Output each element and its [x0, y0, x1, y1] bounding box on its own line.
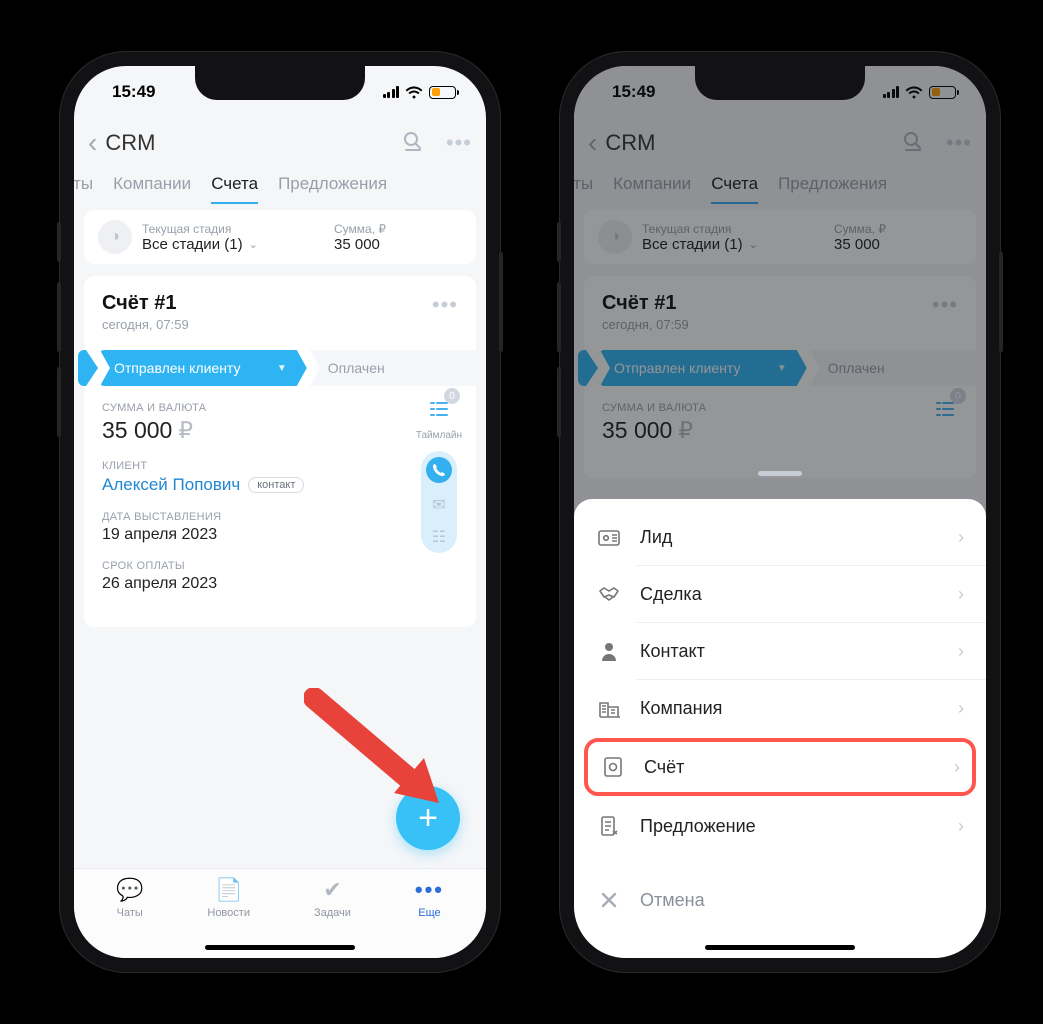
invoice-card[interactable]: Счёт #1 сегодня, 07:59 ••• Отправлен кли… [84, 276, 476, 627]
timeline-icon[interactable]: 0 [422, 392, 456, 426]
invoice-icon [600, 756, 626, 778]
navbar: ‹ CRM ••• [74, 118, 486, 168]
sheet-item-company[interactable]: Компания › [574, 680, 986, 736]
sum-label: СУММА И ВАЛЮТА [102, 402, 458, 414]
stage-pipeline[interactable]: Отправлен клиенту ▼ Оплачен [78, 348, 476, 388]
close-icon [596, 891, 622, 909]
sheet-item-deal[interactable]: Сделка › [574, 566, 986, 622]
wifi-icon [405, 86, 423, 99]
issue-date-value: 19 апреля 2023 [102, 526, 458, 544]
filter-stage-value: Все стадии (1) [142, 236, 243, 253]
sum-value: 35 000 [102, 417, 172, 444]
tabbar-chats[interactable]: 💬 Чаты [116, 877, 143, 958]
due-date-value: 26 апреля 2023 [102, 575, 458, 593]
battery-icon [429, 86, 456, 99]
contact-icon [596, 641, 622, 661]
home-indicator[interactable] [205, 945, 355, 950]
cellular-icon [383, 86, 400, 98]
quick-actions: ✉ ☷ [421, 451, 457, 553]
filter-sum-value: 35 000 [334, 236, 462, 253]
card-title: Счёт #1 [102, 292, 189, 315]
action-sheet: Лид › Сделка › Контакт › [574, 499, 986, 958]
filter-card[interactable]: ◑ Текущая стадия Все стадии (1) ⌄ Сумма, … [84, 210, 476, 264]
chevron-right-icon: › [958, 641, 964, 662]
section-tabs: акты Компании Счета Предложения [74, 168, 486, 210]
client-tag: контакт [248, 477, 304, 493]
filter-stage-label: Текущая стадия [142, 222, 334, 236]
filter-sum-label: Сумма, ₽ [334, 222, 462, 236]
tabbar-more[interactable]: ••• Еще [415, 877, 444, 958]
stage-current: Отправлен клиенту [114, 360, 241, 376]
call-icon[interactable] [426, 457, 452, 483]
sum-currency: ₽ [178, 417, 193, 444]
chevron-right-icon: › [958, 584, 964, 605]
more-icon[interactable]: ••• [446, 130, 472, 156]
sheet-cancel[interactable]: Отмена [574, 872, 986, 928]
stages-icon: ◑ [98, 220, 132, 254]
card-more-icon[interactable]: ••• [432, 292, 458, 332]
chats-icon: 💬 [116, 877, 143, 903]
tab-companies[interactable]: Компании [113, 174, 191, 204]
sheet-item-contact[interactable]: Контакт › [574, 623, 986, 679]
chat-icon[interactable]: ☷ [432, 527, 446, 547]
more-dots-icon: ••• [415, 877, 444, 903]
search-icon[interactable] [402, 130, 424, 157]
sheet-item-invoice[interactable]: Счёт › [584, 738, 976, 796]
deal-icon [596, 585, 622, 603]
chevron-right-icon: › [954, 757, 960, 778]
tab-contacts[interactable]: акты [74, 174, 93, 204]
tab-invoices[interactable]: Счета [211, 174, 258, 204]
chevron-right-icon: › [958, 816, 964, 837]
chevron-right-icon: › [958, 698, 964, 719]
client-link[interactable]: Алексей Попович [102, 475, 240, 495]
lead-icon [596, 528, 622, 546]
stage-next: Оплачен [328, 360, 385, 376]
timeline-badge: 0 [444, 388, 460, 404]
news-icon: 📄 [215, 877, 242, 903]
due-date-label: СРОК ОПЛАТЫ [102, 560, 458, 572]
status-time: 15:49 [112, 82, 155, 102]
chevron-down-icon: ▼ [277, 363, 287, 374]
nav-title: CRM [105, 130, 380, 156]
sheet-item-quote[interactable]: Предложение › [574, 798, 986, 854]
tab-quotes[interactable]: Предложения [278, 174, 387, 204]
sheet-item-lead[interactable]: Лид › [574, 509, 986, 565]
company-icon [596, 698, 622, 718]
card-subtitle: сегодня, 07:59 [102, 317, 189, 332]
timeline-label: Таймлайн [416, 430, 462, 441]
home-indicator[interactable] [705, 945, 855, 950]
issue-date-label: ДАТА ВЫСТАВЛЕНИЯ [102, 511, 458, 523]
add-fab[interactable]: + [396, 786, 460, 850]
back-button[interactable]: ‹ [88, 129, 97, 157]
chevron-right-icon: › [958, 527, 964, 548]
phone-right: 15:49 ‹ CRM ••• акты Компании Счета Пред… [560, 52, 1000, 972]
mail-icon[interactable]: ✉ [432, 495, 445, 515]
tasks-icon: ✔ [323, 877, 341, 903]
quote-icon [596, 815, 622, 837]
chevron-down-icon: ⌄ [249, 238, 258, 251]
phone-left: 15:49 ‹ CRM ••• акты Компании Счета Пред… [60, 52, 500, 972]
client-label: КЛИЕНТ [102, 460, 458, 472]
